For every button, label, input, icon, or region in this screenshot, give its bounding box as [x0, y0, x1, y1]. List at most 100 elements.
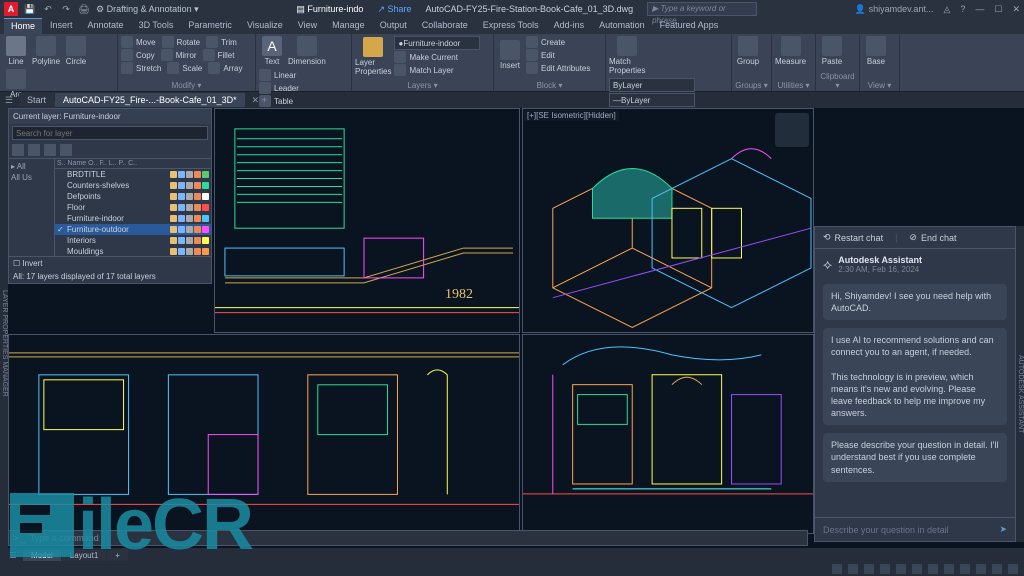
layer-row[interactable]: Floor [55, 202, 211, 213]
status-model-icon[interactable] [832, 564, 842, 574]
viewport-isometric[interactable]: [+][SE Isometric][Hidden] [522, 108, 814, 333]
fillet-button[interactable]: Fillet [203, 49, 235, 61]
tab-express[interactable]: Express Tools [476, 18, 546, 34]
line-button[interactable]: Line [3, 36, 29, 66]
dimension-button[interactable]: Dimension [288, 36, 326, 66]
panel-utilities-label[interactable]: Utilities ▾ [775, 80, 812, 91]
tab-featured[interactable]: Featured Apps [653, 18, 726, 34]
layer-row[interactable]: Mouldings [55, 246, 211, 256]
polyline-button[interactable]: Polyline [32, 36, 60, 66]
assistant-strip[interactable]: AUTODESK ASSISTANT [1016, 226, 1024, 542]
tab-home[interactable]: Home [4, 18, 42, 34]
filter-all[interactable]: ▸ All [11, 161, 52, 172]
end-chat-button[interactable]: ⊘ End chat [909, 232, 956, 243]
panel-clipboard-label[interactable]: Clipboard ▾ [819, 71, 856, 91]
app-icon[interactable]: A [4, 2, 18, 16]
panel-view-label[interactable]: View ▾ [863, 80, 896, 91]
invert-filter-checkbox[interactable]: ☐ Invert [13, 259, 42, 268]
status-annotation-icon[interactable] [976, 564, 986, 574]
tab-3d-tools[interactable]: 3D Tools [132, 18, 181, 34]
circle-button[interactable]: Circle [63, 36, 89, 66]
status-ortho-icon[interactable] [880, 564, 890, 574]
mirror-button[interactable]: Mirror [161, 49, 197, 61]
status-transparency-icon[interactable] [944, 564, 954, 574]
help-search-input[interactable]: ▶ Type a keyword or phrase [647, 2, 757, 16]
measure-button[interactable]: Measure [775, 36, 806, 66]
window-maximize-icon[interactable]: ☐ [994, 4, 1002, 15]
viewport-side[interactable] [522, 334, 814, 534]
create-block-button[interactable]: Create [526, 36, 590, 48]
chat-input[interactable] [823, 525, 995, 535]
layer-freeze-icon[interactable] [28, 144, 40, 156]
command-line[interactable]: > _ Type a command [8, 530, 808, 546]
tab-view[interactable]: View [291, 18, 324, 34]
layer-row[interactable]: Interiors [55, 235, 211, 246]
edit-block-button[interactable]: Edit [526, 49, 590, 61]
layer-properties-button[interactable]: Layer Properties [355, 37, 391, 76]
status-polar-icon[interactable] [896, 564, 906, 574]
tab-automation[interactable]: Automation [592, 18, 652, 34]
tab-collaborate[interactable]: Collaborate [415, 18, 475, 34]
layer-row[interactable]: Furniture-indoor [55, 213, 211, 224]
layer-delete-icon[interactable] [44, 144, 56, 156]
status-cycling-icon[interactable] [960, 564, 970, 574]
layer-row[interactable]: ✓Furniture-outdoor [55, 224, 211, 235]
match-properties-button[interactable]: Match Properties [609, 36, 645, 75]
array-button[interactable]: Array [208, 62, 242, 74]
signin-user[interactable]: 👤 shiyamdev.ant... [855, 4, 934, 15]
status-snap-icon[interactable] [864, 564, 874, 574]
tab-visualize[interactable]: Visualize [240, 18, 290, 34]
base-button[interactable]: Base [863, 36, 889, 66]
tab-output[interactable]: Output [373, 18, 414, 34]
panel-block-label[interactable]: Block ▾ [497, 80, 602, 91]
tab-insert[interactable]: Insert [43, 18, 80, 34]
window-minimize-icon[interactable]: — [975, 4, 984, 14]
layer-row[interactable]: Defpoints [55, 191, 211, 202]
rotate-button[interactable]: Rotate [162, 36, 201, 48]
qat-print-icon[interactable]: 🖨 [78, 3, 90, 15]
tab-addins[interactable]: Add-ins [547, 18, 592, 34]
workspace-switcher[interactable]: ⚙ Drafting & Annotation ▾ [96, 4, 199, 15]
restart-chat-button[interactable]: ⟲ Restart chat [823, 232, 883, 243]
paste-button[interactable]: Paste [819, 36, 845, 66]
share-button[interactable]: ↗ Share [377, 4, 411, 15]
tab-manage[interactable]: Manage [325, 18, 372, 34]
filter-all-used[interactable]: All Us [11, 172, 52, 183]
layer-row[interactable]: Counters-shelves [55, 180, 211, 191]
panel-groups-label[interactable]: Groups ▾ [735, 80, 768, 91]
window-close-icon[interactable]: ✕ [1012, 4, 1020, 15]
status-lineweight-icon[interactable] [928, 564, 938, 574]
panel-modify-label[interactable]: Modify ▾ [121, 80, 252, 91]
group-button[interactable]: Group [735, 36, 761, 66]
tab-layout1[interactable]: Layout1 [62, 550, 106, 561]
doctab-start[interactable]: Start [19, 93, 54, 107]
panel-layers-label[interactable]: Layers ▾ [355, 80, 490, 91]
status-osnap-icon[interactable] [912, 564, 922, 574]
text-button[interactable]: AText [259, 36, 285, 66]
copy-button[interactable]: Copy [121, 49, 155, 61]
send-icon[interactable]: ➤ [999, 524, 1007, 535]
status-workspace-icon[interactable] [992, 564, 1002, 574]
stretch-button[interactable]: Stretch [121, 62, 161, 74]
status-clean-icon[interactable] [1008, 564, 1018, 574]
layer-dropdown[interactable]: ● Furniture-indoor [394, 36, 480, 50]
edit-attributes-button[interactable]: Edit Attributes [526, 62, 590, 74]
add-layout-button[interactable]: + [107, 550, 128, 561]
move-button[interactable]: Move [121, 36, 156, 48]
color-dropdown[interactable]: ByLayer [609, 78, 695, 92]
layer-manager-strip[interactable]: LAYER PROPERTIES MANAGER [0, 108, 8, 548]
viewport-front-upper[interactable]: 1982 [214, 108, 520, 333]
match-layer-button[interactable]: Match Layer [394, 64, 480, 76]
layer-row[interactable]: BRDTITLE [55, 169, 211, 180]
make-current-button[interactable]: Make Current [394, 51, 480, 63]
tab-annotate[interactable]: Annotate [81, 18, 131, 34]
tab-model[interactable]: Model [23, 550, 61, 561]
layer-search-input[interactable] [12, 126, 208, 140]
scale-button[interactable]: Scale [167, 62, 202, 74]
autodesk-icon[interactable]: ◬ [943, 4, 950, 15]
linetype-dropdown[interactable]: — ByLayer [609, 93, 695, 107]
layer-new-icon[interactable] [12, 144, 24, 156]
status-grid-icon[interactable] [848, 564, 858, 574]
qat-undo-icon[interactable]: ↶ [42, 3, 54, 15]
linear-button[interactable]: Linear [259, 69, 299, 81]
